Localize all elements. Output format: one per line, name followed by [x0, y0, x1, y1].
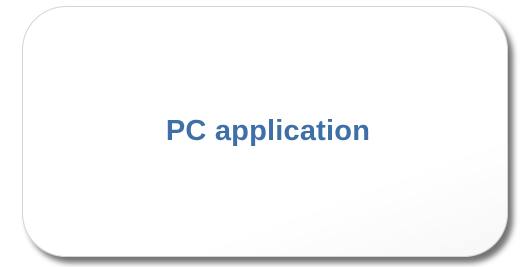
diagram-canvas: PC application: [0, 0, 520, 267]
node-label: PC application: [165, 115, 371, 147]
pc-application-node: PC application: [22, 6, 508, 257]
